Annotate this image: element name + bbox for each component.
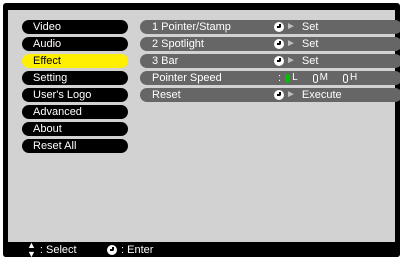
submenu-row-label: 2 Spotlight [152,38,204,50]
menu-item-about[interactable]: About [22,122,128,136]
select-hint: ▲ ▼ : Select [27,240,77,258]
effect-submenu: 1 Pointer/Stamp ► Set 2 Spotlight ► Set … [140,20,400,105]
menu-item-setting[interactable]: Setting [22,71,128,85]
enter-hint: : Enter [107,243,153,257]
pointer-speed-options: : L M H [278,71,372,85]
submenu-row-label: 1 Pointer/Stamp [152,21,231,33]
submenu-row-label: 3 Bar [152,55,179,67]
menu-item-label: Audio [33,38,62,50]
enter-hint-label: : Enter [121,244,154,256]
submenu-row-bar[interactable]: 3 Bar ► Set [140,54,400,68]
menu-item-label: Setting [33,72,68,84]
set-action[interactable]: ► Set [274,54,318,68]
enter-icon [274,22,284,32]
radio-label: L [292,72,298,83]
menu-item-advanced[interactable]: Advanced [22,105,128,119]
menu-item-label: About [33,123,62,135]
execute-action[interactable]: ► Execute [274,88,342,102]
radio-option-m[interactable]: M [312,71,328,85]
enter-icon [274,56,284,66]
arrow-right-icon: ► [286,21,296,32]
submenu-row-spotlight[interactable]: 2 Spotlight ► Set [140,37,400,51]
projector-osd-window: Video Audio Effect Setting User's Logo A… [3,3,400,257]
separator-colon: : [278,72,282,84]
select-hint-label: : Select [39,244,77,256]
help-bar: ▲ ▼ : Select : Enter [3,240,400,258]
radio-label: M [319,72,328,83]
radio-option-h[interactable]: H [342,71,358,85]
submenu-row-pointer-stamp[interactable]: 1 Pointer/Stamp ► Set [140,20,400,34]
submenu-row-reset[interactable]: Reset ► Execute [140,88,400,102]
arrow-right-icon: ► [286,55,296,66]
radio-unselected-icon [342,73,348,83]
action-label: Set [301,38,319,50]
radio-label: H [349,72,358,83]
radio-unselected-icon [312,73,318,83]
menu-item-effect[interactable]: Effect [22,54,128,68]
menu-item-video[interactable]: Video [22,20,128,34]
radio-option-l[interactable]: L [285,71,298,85]
set-action[interactable]: ► Set [274,37,318,51]
radio-selected-icon [285,73,291,83]
submenu-row-label: Pointer Speed [152,72,222,84]
menu-item-label: Advanced [33,106,82,118]
arrow-right-icon: ► [286,89,296,100]
submenu-row-pointer-speed[interactable]: Pointer Speed : L M H [140,71,400,85]
enter-icon [274,39,284,49]
menu-item-label: User's Logo [33,89,92,101]
up-down-arrow-icon: ▲ ▼ [27,240,36,258]
set-action[interactable]: ► Set [274,20,318,34]
arrow-right-icon: ► [286,38,296,49]
menu-item-reset-all[interactable]: Reset All [22,139,128,153]
menu-item-users-logo[interactable]: User's Logo [22,88,128,102]
menu-item-label: Effect [33,55,61,67]
action-label: Set [301,55,319,67]
action-label: Execute [301,89,342,101]
menu-item-label: Reset All [33,140,77,152]
menu-screen: Video Audio Effect Setting User's Logo A… [8,10,400,242]
menu-item-audio[interactable]: Audio [22,37,128,51]
action-label: Set [301,21,319,33]
enter-icon [107,245,117,255]
enter-icon [274,90,284,100]
main-menu: Video Audio Effect Setting User's Logo A… [22,20,128,156]
menu-item-label: Video [33,21,61,33]
submenu-row-label: Reset [152,89,181,101]
